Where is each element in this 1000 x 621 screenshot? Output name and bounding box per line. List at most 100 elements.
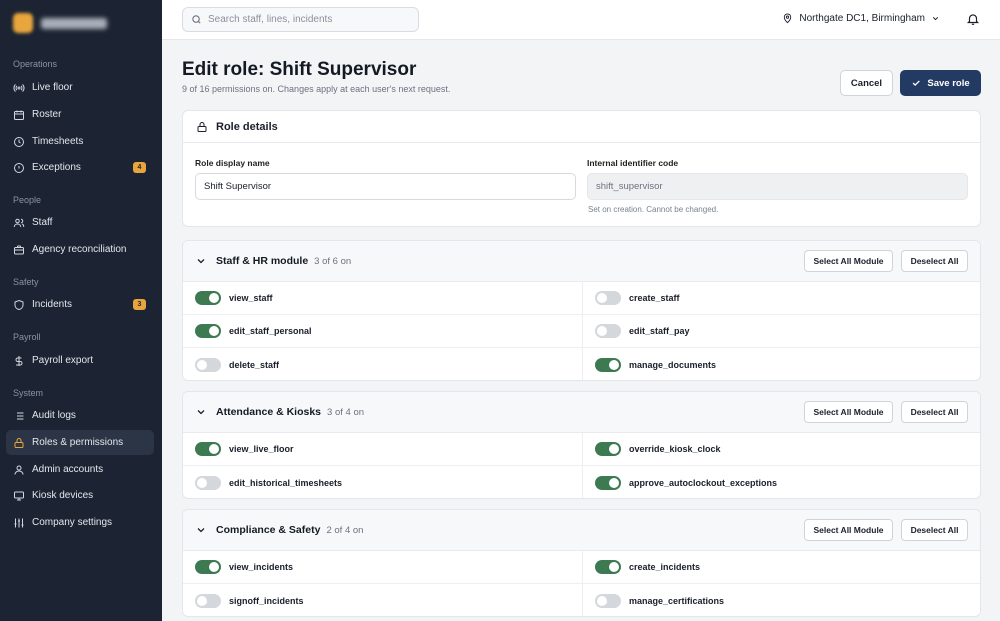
permission-toggle[interactable] [195,324,221,338]
app-name [41,17,107,29]
module-title: Staff & HR module 3 of 6 on [216,255,351,267]
permission-name: edit_staff_personal [229,326,312,336]
permission-toggle[interactable] [595,593,621,608]
location-label: Northgate DC1, Birmingham [799,13,925,24]
search-icon [192,15,201,24]
permission-toggle[interactable] [595,442,621,456]
permission-toggle[interactable] [595,475,621,490]
sidebar-item-label: Company settings [32,517,113,528]
deselect-all-button[interactable]: Deselect All [901,401,968,423]
sidebar-item-label: Staff [32,217,53,228]
chevron-down-icon[interactable] [195,255,207,267]
module-title: Compliance & Safety 2 of 4 on [216,524,363,536]
permission-toggle[interactable] [195,475,221,490]
app-logo[interactable] [13,13,107,33]
monitor-icon [13,490,25,502]
permission-toggle[interactable] [195,291,221,305]
sidebar-item-agency-reconciliation[interactable]: Agency reconciliation [6,237,154,262]
search-box[interactable] [182,7,419,32]
search-input[interactable] [208,14,408,25]
sidebar-item-timesheets[interactable]: Timesheets [6,129,154,154]
permission-name: approve_autoclockout_exceptions [629,477,778,488]
permission-toggle[interactable] [595,560,621,574]
permission-toggle[interactable] [195,442,221,456]
nav-section-operations: Operations [13,59,58,69]
sidebar-item-live-floor[interactable]: Live floor [6,75,154,100]
sidebar-item-audit-logs[interactable]: Audit logs [6,403,154,428]
permission-name: edit_staff_pay [629,326,690,336]
sidebar-item-label: Exceptions [32,162,81,173]
select-all-module-button[interactable]: Select All Module [804,519,893,541]
sidebar-item-roster[interactable]: Roster [6,102,154,127]
sidebar-item-payroll-export[interactable]: Payroll export [6,348,154,373]
permission-row: delete_staff [183,348,582,380]
sidebar-item-label: Audit logs [32,410,76,421]
cancel-button[interactable]: Cancel [840,70,893,96]
permission-name: delete_staff [229,359,280,370]
sidebar-item-company-settings[interactable]: Company settings [6,510,154,535]
sidebar-item-roles-permissions[interactable]: Roles & permissions [6,430,154,455]
permission-row: edit_historical_timesheets [183,466,582,498]
nav-section-payroll: Payroll [13,332,41,342]
sidebar-item-kiosk-devices[interactable]: Kiosk devices [6,483,154,508]
permission-row: create_incidents [582,551,980,584]
permission-toggle[interactable] [195,357,221,372]
module-count: 3 of 6 on [314,256,352,267]
select-all-module-button[interactable]: Select All Module [804,401,893,423]
permission-name: create_staff [629,293,680,303]
sidebar-item-admin-accounts[interactable]: Admin accounts [6,457,154,482]
bell-icon[interactable] [966,12,980,26]
sidebar-item-label: Payroll export [32,355,94,366]
permission-name: view_live_floor [229,444,294,454]
user-icon [13,464,25,476]
permission-row: approve_autoclockout_exceptions [582,466,980,498]
map-pin-icon [784,13,792,24]
sidebar-item-label: Kiosk devices [32,490,94,501]
permission-name: manage_certifications [629,595,725,606]
sidebar-item-incidents[interactable]: Incidents 3 [6,292,154,317]
sliders-icon [13,517,25,529]
deselect-all-button[interactable]: Deselect All [901,519,968,541]
select-all-module-button[interactable]: Select All Module [804,250,893,272]
permission-name: view_staff [229,293,273,303]
module-header: Compliance & Safety 2 of 4 on Select All … [183,510,980,551]
chevron-down-icon[interactable] [195,406,207,418]
dollar-icon [13,355,25,367]
permission-name: signoff_incidents [229,595,304,606]
briefcase-icon [13,244,25,256]
nav-section-system: System [13,388,44,398]
deselect-all-button[interactable]: Deselect All [901,250,968,272]
module-name: Attendance & Kiosks [216,406,322,418]
sidebar-item-staff[interactable]: Staff [6,210,154,235]
display-name-input[interactable] [195,173,576,200]
permission-name: view_incidents [229,562,294,572]
permission-name: create_incidents [629,562,701,572]
chevron-down-icon[interactable] [195,524,207,536]
module-count: 3 of 4 on [327,407,365,418]
sidebar-item-label: Timesheets [32,136,84,147]
logo-mark [13,13,33,33]
permission-toggle[interactable] [195,593,221,608]
save-role-button[interactable]: Save role [900,70,981,96]
main-content: Edit role: Shift Supervisor 9 of 16 perm… [162,40,1000,621]
list-icon [13,410,25,422]
module-name: Staff & HR module [216,255,309,267]
sidebar-item-label: Roles & permissions [32,437,124,448]
nav-section-people: People [13,195,42,205]
module-header: Attendance & Kiosks 3 of 4 on Select All … [183,392,980,433]
permission-toggle[interactable] [595,291,621,305]
sidebar-item-label: Agency reconciliation [32,244,127,255]
module-count: 2 of 4 on [326,525,364,536]
sidebar-item-exceptions[interactable]: Exceptions 4 [6,155,154,180]
sidebar: Operations Live floor Roster Timesheets … [0,0,162,621]
sidebar-item-label: Live floor [32,82,73,93]
identifier-input [587,173,968,200]
location-selector[interactable]: Northgate DC1, Birmingham [782,13,940,24]
page-title: Edit role: Shift Supervisor [182,59,417,80]
permission-row: manage_documents [582,348,980,380]
broadcast-icon [13,82,25,94]
permission-toggle[interactable] [595,324,621,338]
permission-toggle[interactable] [195,560,221,574]
identifier-label: Internal identifier code [587,158,679,168]
permission-toggle[interactable] [595,357,621,372]
